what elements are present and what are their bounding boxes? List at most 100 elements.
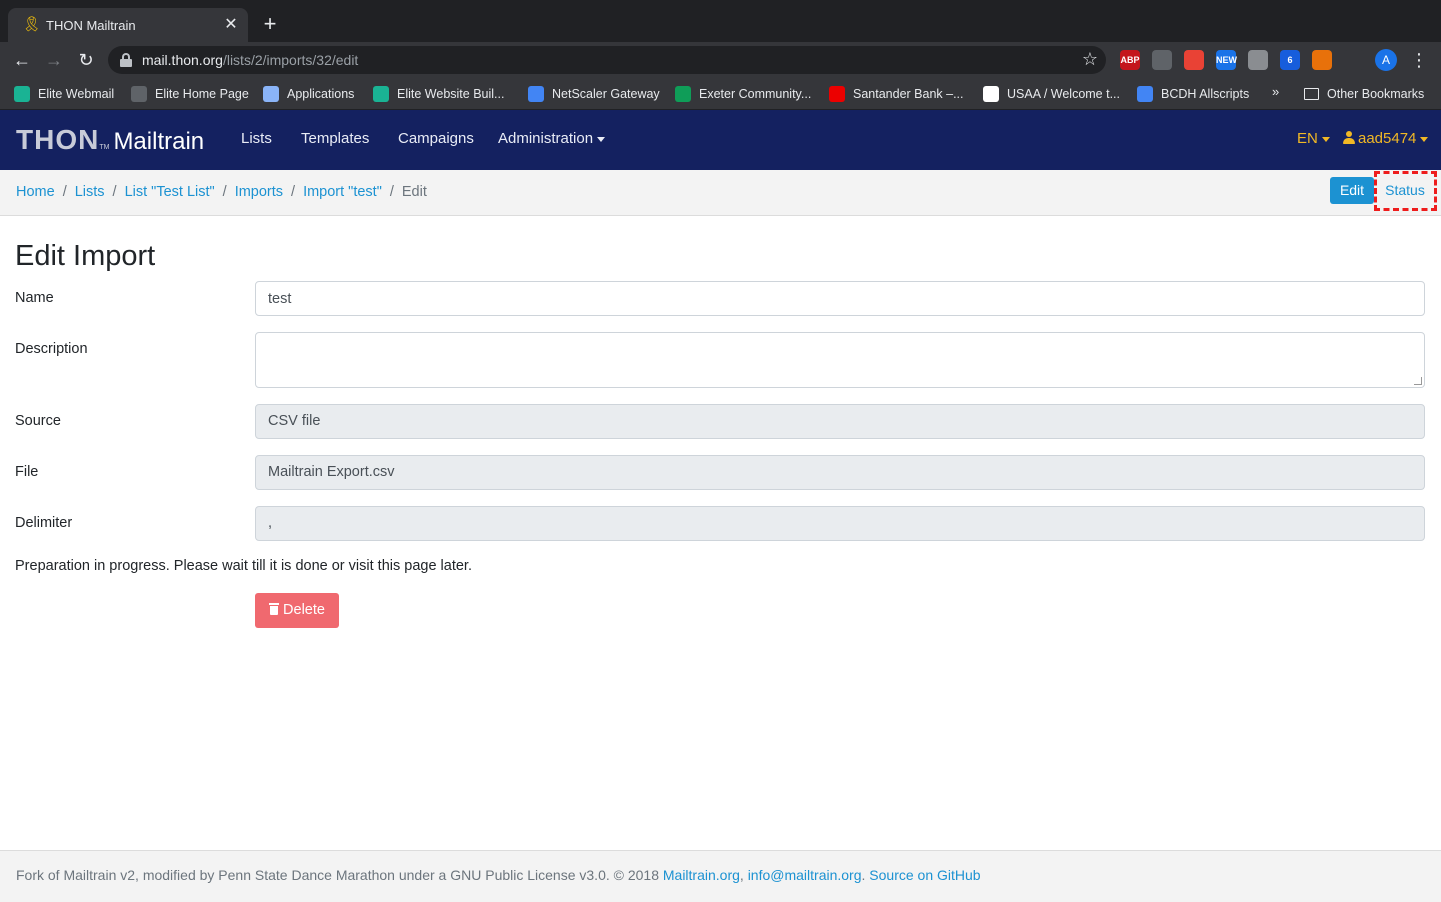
reload-icon[interactable]: ↻ bbox=[74, 48, 98, 72]
page-title: Edit Import bbox=[15, 240, 156, 272]
color-picker-icon[interactable] bbox=[1184, 50, 1204, 70]
description-textarea[interactable] bbox=[255, 332, 1425, 388]
lock-icon bbox=[120, 53, 132, 67]
language-dropdown[interactable]: EN bbox=[1297, 130, 1330, 147]
url-text: mail.thon.org/lists/2/imports/32/edit bbox=[142, 52, 359, 68]
bookmarks-overflow-icon[interactable]: » bbox=[1272, 84, 1279, 99]
breadcrumb-import[interactable]: Import "test" bbox=[303, 184, 382, 200]
progress-message: Preparation in progress. Please wait til… bbox=[15, 558, 472, 574]
bookmark-applications[interactable]: Applications bbox=[263, 84, 354, 104]
bookmark-exeter-community-label: Exeter Community... bbox=[699, 87, 812, 101]
status-button[interactable]: Status bbox=[1379, 177, 1431, 204]
folder-icon bbox=[1304, 88, 1319, 100]
file-label: File bbox=[15, 464, 39, 480]
footer-github-link[interactable]: Source on GitHub bbox=[869, 867, 980, 883]
bookmark-elite-webmail-icon bbox=[14, 86, 30, 102]
nav-campaigns[interactable]: Campaigns bbox=[398, 130, 474, 147]
new-badge-extension-icon[interactable]: NEW bbox=[1216, 50, 1237, 70]
new-tab-icon[interactable]: + bbox=[258, 12, 282, 36]
breadcrumb-list[interactable]: List "Test List" bbox=[125, 184, 215, 200]
other-bookmarks-label: Other Bookmarks bbox=[1327, 87, 1425, 101]
address-bar[interactable]: mail.thon.org/lists/2/imports/32/edit ☆ bbox=[108, 46, 1106, 74]
back-arrow-icon[interactable]: ← bbox=[10, 48, 34, 72]
nav-lists[interactable]: Lists bbox=[241, 130, 272, 147]
bookmark-elite-website-builder[interactable]: Elite Website Buil... bbox=[373, 84, 504, 104]
other-bookmarks[interactable]: Other Bookmarks bbox=[1304, 84, 1424, 104]
bookmark-netscaler-gateway[interactable]: NetScaler Gateway bbox=[528, 84, 660, 104]
source-label: Source bbox=[15, 413, 61, 429]
bookmark-bcdh-allscripts-label: BCDH Allscripts bbox=[1161, 87, 1250, 101]
footer-mailtrain-link[interactable]: Mailtrain.org bbox=[663, 867, 740, 883]
nav-administration-label: Administration bbox=[498, 130, 594, 147]
edit-button[interactable]: Edit bbox=[1330, 177, 1374, 204]
browser-tab-strip: 🎗 THON Mailtrain ✕ + bbox=[0, 0, 1441, 42]
file-field: Mailtrain Export.csv bbox=[255, 455, 1425, 490]
chevron-down-icon bbox=[1420, 136, 1429, 142]
bookmark-exeter-community-icon bbox=[675, 86, 691, 102]
breadcrumb-bar: Home / Lists / List "Test List" / Imports / Impo… bbox=[0, 170, 1441, 216]
bookmark-usaa[interactable]: USAA / Welcome t... bbox=[983, 84, 1120, 104]
ribbon-favicon-icon: 🎗 bbox=[22, 16, 42, 33]
bookmark-santander-bank-label: Santander Bank –... bbox=[853, 87, 964, 101]
delete-label: Delete bbox=[283, 602, 325, 618]
bookmark-santander-bank[interactable]: Santander Bank –... bbox=[829, 84, 964, 104]
breadcrumb-separator: / bbox=[389, 184, 394, 200]
name-input[interactable] bbox=[255, 281, 1425, 316]
bookmark-usaa-label: USAA / Welcome t... bbox=[1007, 87, 1121, 101]
breadcrumb-home[interactable]: Home bbox=[16, 184, 55, 200]
breadcrumb-separator: / bbox=[291, 184, 296, 200]
app-navbar: THON TM Mailtrain Lists Templates Campai… bbox=[0, 110, 1441, 170]
bookmarks-bar: Elite Webmail Elite Home Page Applications… bbox=[0, 78, 1441, 110]
breadcrumb: Home / Lists / List "Test List" / Imports / Impo… bbox=[16, 184, 427, 200]
adblock-icon[interactable]: ABP bbox=[1120, 50, 1140, 70]
chevron-down-icon bbox=[1321, 136, 1330, 142]
bookmark-elite-home-page-label: Elite Home Page bbox=[155, 87, 249, 101]
bookmark-usaa-icon bbox=[983, 86, 999, 102]
delete-button[interactable]: Delete bbox=[255, 593, 339, 628]
footer-text: Fork of Mailtrain v2, modified by Penn S… bbox=[16, 867, 981, 883]
browser-menu-icon[interactable]: ⋮ bbox=[1410, 48, 1428, 72]
bookmark-netscaler-gateway-icon bbox=[528, 86, 544, 102]
profile-avatar[interactable]: A bbox=[1375, 49, 1397, 71]
bookmark-bcdh-allscripts-icon bbox=[1137, 86, 1153, 102]
browser-tab[interactable]: 🎗 THON Mailtrain ✕ bbox=[8, 8, 248, 42]
bookmark-elite-home-page[interactable]: Elite Home Page bbox=[131, 84, 249, 104]
name-label: Name bbox=[15, 290, 54, 306]
language-label: EN bbox=[1297, 130, 1318, 147]
brand-trademark: TM bbox=[99, 144, 110, 151]
tab-title: THON Mailtrain bbox=[46, 17, 136, 33]
shield-extension-icon[interactable] bbox=[1152, 50, 1172, 70]
gear-extension-icon[interactable] bbox=[1248, 50, 1268, 70]
resize-grip-icon[interactable] bbox=[1414, 377, 1422, 385]
user-dropdown[interactable]: aad5474 bbox=[1343, 130, 1429, 147]
brand-thon: THON bbox=[16, 124, 100, 155]
bookmark-exeter-community[interactable]: Exeter Community... bbox=[675, 84, 811, 104]
close-tab-icon[interactable]: ✕ bbox=[220, 14, 242, 36]
nav-administration[interactable]: Administration bbox=[498, 130, 606, 147]
bookmark-netscaler-gateway-label: NetScaler Gateway bbox=[552, 87, 660, 101]
user-icon bbox=[1343, 131, 1355, 144]
breadcrumb-separator: / bbox=[62, 184, 67, 200]
breadcrumb-current: Edit bbox=[401, 184, 427, 200]
bookmark-applications-icon bbox=[263, 86, 279, 102]
bookmark-bcdh-allscripts[interactable]: BCDH Allscripts bbox=[1137, 84, 1249, 104]
bookmark-elite-webmail[interactable]: Elite Webmail bbox=[14, 84, 114, 104]
brand-mailtrain: Mailtrain bbox=[113, 128, 205, 155]
bookmark-star-icon[interactable]: ☆ bbox=[1082, 49, 1098, 70]
breadcrumb-separator: / bbox=[222, 184, 227, 200]
bitwarden-icon[interactable]: 6 bbox=[1280, 50, 1300, 70]
breadcrumb-lists[interactable]: Lists bbox=[75, 184, 105, 200]
puzzle-icon[interactable] bbox=[1344, 50, 1364, 70]
footer-email-link[interactable]: info@mailtrain.org bbox=[748, 867, 862, 883]
delimiter-label: Delimiter bbox=[15, 515, 73, 531]
brand-logo[interactable]: THON TM Mailtrain bbox=[16, 124, 204, 156]
source-field: CSV file bbox=[255, 404, 1425, 439]
footer: Fork of Mailtrain v2, modified by Penn S… bbox=[0, 850, 1441, 902]
nav-templates[interactable]: Templates bbox=[301, 130, 369, 147]
forward-arrow-icon[interactable]: → bbox=[42, 48, 66, 72]
bookmark-elite-website-builder-label: Elite Website Buil... bbox=[397, 87, 505, 101]
breadcrumb-imports[interactable]: Imports bbox=[235, 184, 283, 200]
footer-license: Fork of Mailtrain v2, modified by Penn S… bbox=[16, 867, 659, 883]
basketball-extension-icon[interactable] bbox=[1312, 50, 1332, 70]
bookmark-santander-bank-icon bbox=[829, 86, 845, 102]
